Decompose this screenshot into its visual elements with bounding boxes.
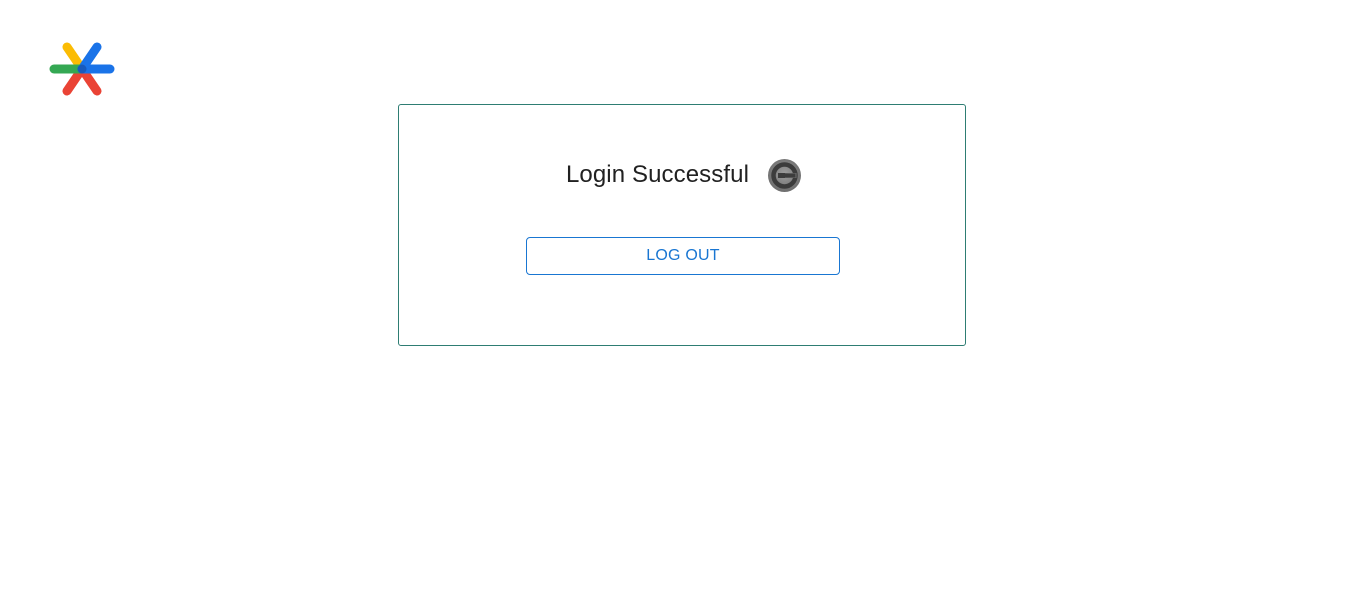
logout-button[interactable]: LOG OUT (526, 237, 840, 275)
title-row: Login Successful (399, 157, 965, 193)
authenticator-icon (768, 158, 802, 192)
login-success-card: Login Successful LOG OUT (398, 104, 966, 346)
page-title: Login Successful (565, 161, 750, 188)
app-logo (49, 41, 115, 97)
asterisk-logo-icon (49, 42, 115, 96)
